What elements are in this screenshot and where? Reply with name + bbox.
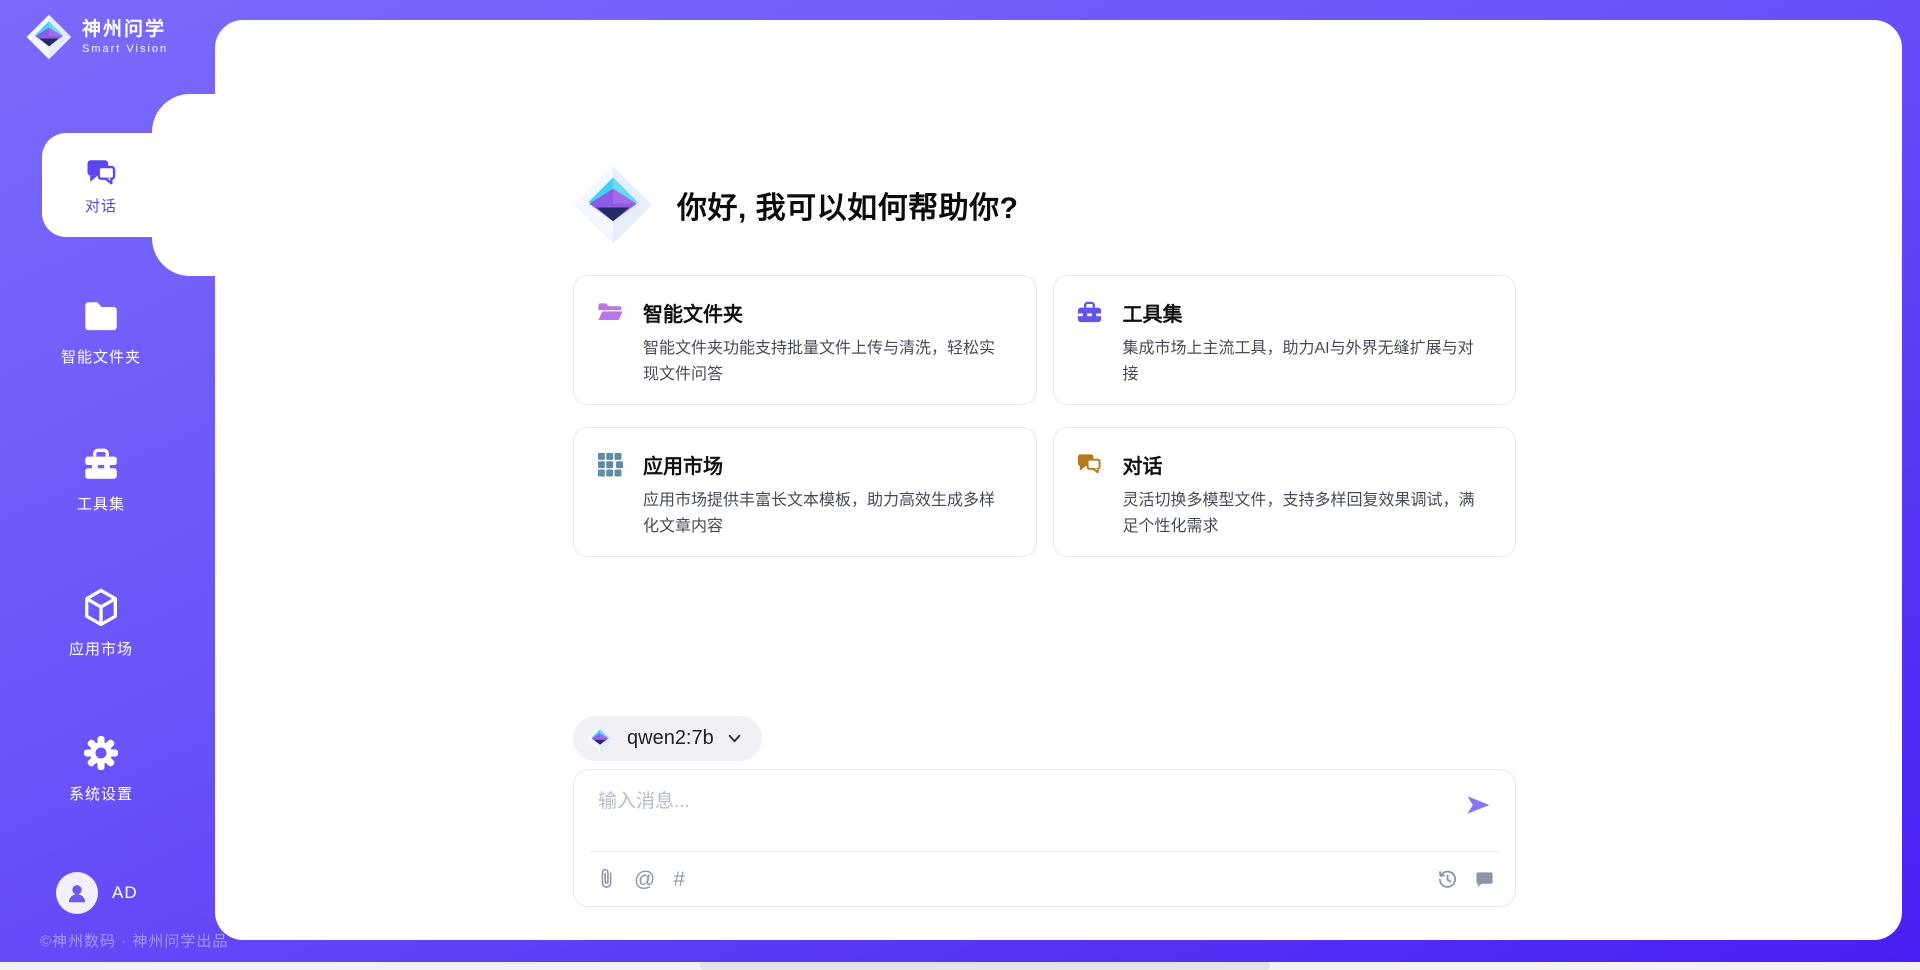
toolbox-icon bbox=[80, 443, 122, 485]
model-name: qwen2:7b bbox=[627, 727, 714, 750]
card-title: 应用市场 bbox=[643, 450, 723, 479]
app-root: { "brand": { "name": "神州问学", "subtitle":… bbox=[0, 0, 1920, 970]
composer-toolbar: @ # bbox=[598, 862, 1495, 896]
user-initials: AD bbox=[112, 883, 138, 903]
sidebar-item-label: 对话 bbox=[85, 195, 117, 216]
folder-open-icon bbox=[596, 299, 623, 326]
paperclip-icon[interactable] bbox=[598, 867, 616, 891]
copyright-text: ©神州数码 · 神州问学出品 bbox=[40, 930, 228, 951]
cube-icon bbox=[79, 586, 123, 630]
active-tab-curve-bottom bbox=[152, 236, 215, 276]
sidebar-item-label: 应用市场 bbox=[69, 638, 133, 659]
send-icon bbox=[1463, 791, 1493, 819]
user-icon bbox=[64, 880, 90, 906]
card-description: 集成市场上主流工具，助力AI与外界无缝扩展与对接 bbox=[1123, 336, 1488, 387]
card-chat[interactable]: 对话 灵活切换多模型文件，支持多样回复效果调试，满足个性化需求 bbox=[1053, 427, 1517, 557]
sidebar-item-label: 系统设置 bbox=[69, 783, 133, 804]
chevron-down-icon bbox=[727, 731, 742, 746]
avatar bbox=[56, 872, 98, 914]
sidebar-item-smart-folder[interactable]: 智能文件夹 bbox=[0, 296, 202, 367]
card-description: 智能文件夹功能支持批量文件上传与清洗，轻松实现文件问答 bbox=[643, 336, 1008, 387]
card-description: 应用市场提供丰富长文本模板，助力高效生成多样化文章内容 bbox=[643, 488, 1008, 539]
toolbox-icon bbox=[1076, 299, 1103, 326]
chat-icon bbox=[1076, 451, 1103, 478]
brand-name: 神州问学 bbox=[82, 19, 168, 41]
card-toolset[interactable]: 工具集 集成市场上主流工具，助力AI与外界无缝扩展与对接 bbox=[1053, 275, 1517, 405]
hashtag-icon[interactable]: # bbox=[673, 869, 685, 890]
main-panel: 你好, 我可以如何帮助你? 智能文件夹 智能文件夹功能支持批量文件上传与清洗，轻… bbox=[215, 20, 1902, 940]
horizontal-scrollbar-thumb[interactable] bbox=[700, 962, 1270, 970]
user-chip[interactable]: AD bbox=[56, 872, 138, 914]
brand-diamond-icon bbox=[586, 725, 614, 753]
sidebar-item-chat[interactable]: 对话 bbox=[42, 133, 215, 237]
mention-icon[interactable]: @ bbox=[634, 869, 655, 890]
greeting-title: 你好, 我可以如何帮助你? bbox=[677, 183, 1019, 227]
model-selector[interactable]: qwen2:7b bbox=[573, 716, 762, 761]
feature-cards: 智能文件夹 智能文件夹功能支持批量文件上传与清洗，轻松实现文件问答 工具集 集成… bbox=[573, 275, 1516, 557]
sidebar-item-toolset[interactable]: 工具集 bbox=[0, 443, 202, 514]
sidebar-item-label: 智能文件夹 bbox=[61, 346, 141, 367]
active-tab-curve-top bbox=[152, 94, 215, 134]
message-composer: @ # bbox=[573, 769, 1516, 907]
history-icon[interactable] bbox=[1437, 869, 1458, 890]
card-title: 智能文件夹 bbox=[643, 298, 743, 327]
sidebar-item-label: 工具集 bbox=[77, 493, 125, 514]
gear-icon bbox=[79, 731, 123, 775]
composer-divider bbox=[590, 851, 1499, 852]
sidebar-item-settings[interactable]: 系统设置 bbox=[0, 731, 202, 804]
brand-diamond-icon bbox=[573, 165, 653, 245]
brand-diamond-icon bbox=[26, 14, 72, 60]
card-app-market[interactable]: 应用市场 应用市场提供丰富长文本模板，助力高效生成多样化文章内容 bbox=[573, 427, 1037, 557]
card-title: 对话 bbox=[1123, 450, 1163, 479]
horizontal-scrollbar-track bbox=[0, 962, 1920, 970]
folder-icon bbox=[80, 296, 122, 338]
card-title: 工具集 bbox=[1123, 298, 1183, 327]
card-description: 灵活切换多模型文件，支持多样回复效果调试，满足个性化需求 bbox=[1123, 488, 1488, 539]
card-smart-folder[interactable]: 智能文件夹 智能文件夹功能支持批量文件上传与清洗，轻松实现文件问答 bbox=[573, 275, 1037, 405]
sidebar-item-app-market[interactable]: 应用市场 bbox=[0, 586, 202, 659]
brand-logo: 神州问学 Smart Vision bbox=[26, 14, 168, 60]
send-button[interactable] bbox=[1461, 790, 1495, 820]
greeting: 你好, 我可以如何帮助你? bbox=[573, 165, 1019, 245]
comment-icon[interactable] bbox=[1474, 869, 1495, 890]
brand-subtitle: Smart Vision bbox=[82, 43, 168, 56]
sidebar: 神州问学 Smart Vision 对话 智能文件夹 bbox=[0, 0, 215, 970]
message-input[interactable] bbox=[598, 786, 1438, 844]
chat-icon bbox=[83, 154, 119, 190]
grid-icon bbox=[596, 451, 623, 478]
